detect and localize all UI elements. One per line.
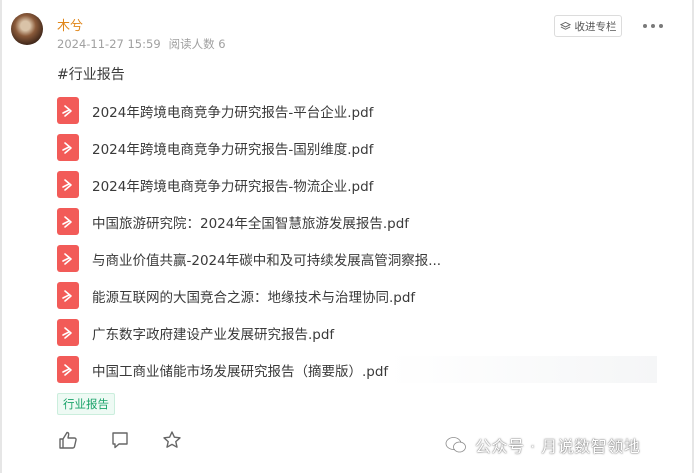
file-name: 2024年跨境电商竞争力研究报告-物流企业.pdf	[92, 178, 374, 195]
file-item[interactable]: 广东数字政府建设产业发展研究报告.pdf	[57, 319, 657, 346]
post-date: 2024-11-27 15:59	[57, 37, 161, 51]
pdf-icon	[57, 97, 79, 124]
file-item[interactable]: 2024年跨境电商竞争力研究报告-物流企业.pdf	[57, 171, 657, 198]
file-item[interactable]: 中国工商业储能市场发展研究报告（摘要版）.pdf	[57, 356, 657, 383]
action-bar	[58, 430, 182, 450]
like-icon[interactable]	[58, 430, 78, 450]
hashtag[interactable]: #行业报告	[57, 64, 125, 84]
pdf-icon	[57, 208, 79, 235]
file-item[interactable]: 能源互联网的大国竞合之源：地缘技术与治理协同.pdf	[57, 282, 657, 309]
post-meta: 2024-11-27 15:59 阅读人数 6	[57, 36, 226, 52]
collect-icon	[559, 21, 571, 30]
read-count: 阅读人数 6	[168, 37, 226, 51]
collect-label: 收进专栏	[574, 20, 617, 33]
more-icon[interactable]	[643, 19, 663, 33]
topic-tag[interactable]: 行业报告	[57, 393, 115, 415]
file-item[interactable]: 2024年跨境电商竞争力研究报告-平台企业.pdf	[57, 97, 657, 124]
file-name: 中国工商业储能市场发展研究报告（摘要版）.pdf	[92, 363, 389, 380]
file-name: 中国旅游研究院：2024年全国智慧旅游发展报告.pdf	[92, 215, 410, 232]
pdf-icon	[57, 356, 79, 383]
watermark: 公众号 · 月说数智领地	[445, 433, 640, 457]
wechat-icon	[445, 437, 466, 453]
file-name: 2024年跨境电商竞争力研究报告-平台企业.pdf	[92, 104, 374, 121]
pdf-icon	[57, 245, 79, 272]
star-icon[interactable]	[162, 430, 182, 450]
file-list: 2024年跨境电商竞争力研究报告-平台企业.pdf 2024年跨境电商竞争力研究…	[57, 97, 657, 393]
file-name: 2024年跨境电商竞争力研究报告-国别维度.pdf	[92, 141, 374, 158]
avatar[interactable]	[11, 13, 43, 45]
author-name[interactable]: 木兮	[57, 15, 83, 34]
file-name: 广东数字政府建设产业发展研究报告.pdf	[92, 326, 335, 343]
collect-button[interactable]: 收进专栏	[554, 15, 622, 37]
watermark-text: 公众号 · 月说数智领地	[475, 437, 641, 456]
pdf-icon	[57, 171, 79, 198]
left-border	[0, 0, 2, 473]
file-item[interactable]: 中国旅游研究院：2024年全国智慧旅游发展报告.pdf	[57, 208, 657, 235]
file-name: 能源互联网的大国竞合之源：地缘技术与治理协同.pdf	[92, 289, 416, 306]
pdf-icon	[57, 282, 79, 309]
pdf-icon	[57, 319, 79, 346]
file-item[interactable]: 2024年跨境电商竞争力研究报告-国别维度.pdf	[57, 134, 657, 161]
comment-icon[interactable]	[110, 430, 130, 450]
pdf-icon	[57, 134, 79, 161]
file-item[interactable]: 与商业价值共赢-2024年碳中和及可持续发展高管洞察报...	[57, 245, 657, 272]
file-name: 与商业价值共赢-2024年碳中和及可持续发展高管洞察报...	[92, 252, 442, 269]
